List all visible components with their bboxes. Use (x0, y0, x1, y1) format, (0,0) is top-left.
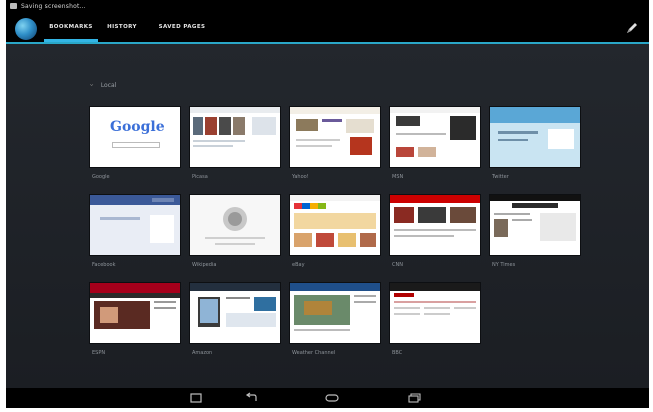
tab-saved-pages[interactable]: SAVED PAGES (152, 12, 212, 42)
chevron-down-icon: › (87, 83, 96, 87)
bookmark-thumbnail (90, 283, 180, 343)
bookmarks-content: › Local Google Google Picasa Yahoo! MSN … (6, 44, 649, 388)
bookmark-thumbnail (390, 107, 480, 167)
bookmark-tile[interactable]: CNN (390, 195, 480, 276)
bookmark-label: Facebook (92, 262, 116, 268)
bookmark-label: eBay (292, 262, 305, 268)
bookmark-tile[interactable]: Wikipedia (190, 195, 280, 276)
bookmark-label: Google (92, 174, 110, 180)
bookmark-label: MSN (392, 174, 404, 180)
bookmark-label: BBC (392, 350, 403, 356)
recent-apps-icon[interactable] (188, 392, 204, 404)
tablet-screen: Saving screenshot... BOOKMARKS HISTORY S… (6, 0, 649, 408)
bookmark-label: Amazon (192, 350, 213, 356)
bookmark-tile[interactable]: MSN (390, 107, 480, 188)
bookmark-tile[interactable]: Yahoo! (290, 107, 380, 188)
bookmark-thumbnail (490, 195, 580, 255)
home-icon[interactable] (324, 392, 340, 404)
bookmark-thumbnail (490, 107, 580, 167)
edit-pencil-icon[interactable] (625, 21, 639, 35)
bookmark-label: Picasa (192, 174, 208, 180)
bookmark-thumbnail (290, 283, 380, 343)
google-search-box (112, 142, 160, 148)
system-navigation-bar (6, 388, 649, 408)
tab-history[interactable]: HISTORY (102, 12, 142, 42)
status-text: Saving screenshot... (21, 2, 86, 10)
bookmark-tile[interactable]: BBC (390, 283, 480, 364)
bookmark-thumbnail (390, 283, 480, 343)
bookmark-thumbnail (190, 283, 280, 343)
action-bar: BOOKMARKS HISTORY SAVED PAGES (6, 12, 649, 44)
screenshot-icon (10, 3, 17, 9)
bookmark-tile[interactable]: eBay (290, 195, 380, 276)
bookmark-label: ESPN (92, 350, 106, 356)
bookmark-thumbnail (290, 107, 380, 167)
bookmark-tile[interactable]: Picasa (190, 107, 280, 188)
status-bar: Saving screenshot... (6, 0, 649, 12)
bookmark-label: NY Times (492, 262, 516, 268)
bookmark-tile[interactable]: NY Times (490, 195, 580, 276)
bookmark-tile[interactable]: Facebook (90, 195, 180, 276)
bookmark-label: Twitter (492, 174, 509, 180)
bookmark-thumbnail (290, 195, 380, 255)
bookmark-thumbnail: Google (90, 107, 180, 167)
bookmark-tile[interactable]: Google Google (90, 107, 180, 188)
bookmark-label: CNN (392, 262, 403, 268)
bookmark-thumbnail (90, 195, 180, 255)
bookmark-label: Yahoo! (292, 174, 309, 180)
bookmark-tile[interactable]: Twitter (490, 107, 580, 188)
google-logo: Google (110, 119, 165, 135)
bookmark-tile[interactable]: Weather Channel (290, 283, 380, 364)
browser-globe-icon[interactable] (15, 18, 37, 40)
tab-bookmarks[interactable]: BOOKMARKS (44, 12, 98, 42)
back-icon[interactable] (244, 392, 260, 404)
recent-apps-stack-icon[interactable] (406, 392, 422, 404)
bookmark-label: Weather Channel (292, 350, 336, 356)
bookmark-thumbnail (190, 195, 280, 255)
folder-header[interactable]: › Local (87, 81, 117, 89)
bookmark-tile[interactable]: ESPN (90, 283, 180, 364)
bookmark-label: Wikipedia (192, 262, 217, 268)
bookmark-tile[interactable]: Amazon (190, 283, 280, 364)
bookmark-thumbnail (190, 107, 280, 167)
bookmark-thumbnail (390, 195, 480, 255)
folder-label: Local (100, 81, 117, 89)
